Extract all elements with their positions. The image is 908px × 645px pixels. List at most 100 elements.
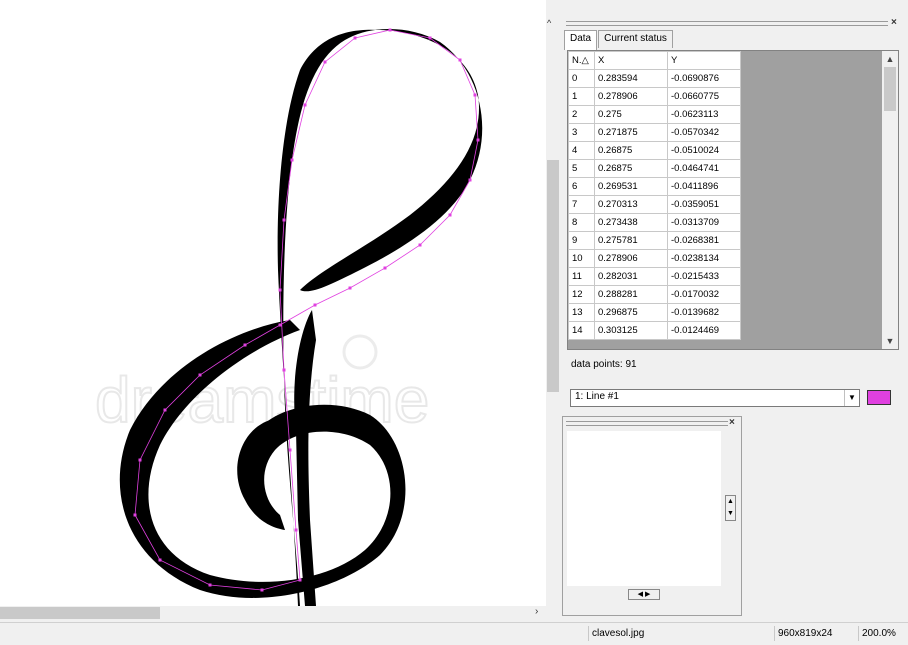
cell-x[interactable]: 0.269531 bbox=[594, 177, 668, 196]
cell-x[interactable]: 0.270313 bbox=[594, 195, 668, 214]
canvas-vertical-scrollbar[interactable] bbox=[546, 0, 560, 606]
cell-x[interactable]: 0.271875 bbox=[594, 123, 668, 142]
table-row[interactable]: 3 0.271875 -0.0570342 bbox=[568, 123, 741, 142]
line-point[interactable] bbox=[468, 178, 472, 182]
cell-n[interactable]: 11 bbox=[568, 267, 595, 286]
tab-current-status[interactable]: Current status bbox=[598, 30, 673, 48]
image-canvas[interactable]: dreamstime bbox=[0, 0, 546, 606]
column-header-x[interactable]: X bbox=[594, 51, 668, 70]
line-point[interactable] bbox=[278, 288, 282, 292]
chevron-down-icon[interactable]: ▼ bbox=[844, 390, 859, 406]
canvas-horizontal-scrollbar[interactable] bbox=[0, 606, 546, 620]
line-point[interactable] bbox=[418, 243, 422, 247]
cell-y[interactable]: -0.0464741 bbox=[667, 159, 741, 178]
line-point[interactable] bbox=[208, 583, 212, 587]
cell-n[interactable]: 12 bbox=[568, 285, 595, 304]
table-row[interactable]: 2 0.275 -0.0623113 bbox=[568, 105, 741, 124]
cell-x[interactable]: 0.278906 bbox=[594, 249, 668, 268]
column-header-y[interactable]: Y bbox=[667, 51, 741, 70]
cell-y[interactable]: -0.0238134 bbox=[667, 249, 741, 268]
table-row[interactable]: 10 0.278906 -0.0238134 bbox=[568, 249, 741, 268]
table-row[interactable]: 12 0.288281 -0.0170032 bbox=[568, 285, 741, 304]
line-point[interactable] bbox=[282, 218, 286, 222]
cell-y[interactable]: -0.0313709 bbox=[667, 213, 741, 232]
close-icon[interactable]: × bbox=[729, 417, 735, 428]
scrollbar-thumb[interactable] bbox=[884, 67, 896, 111]
cell-n[interactable]: 10 bbox=[568, 249, 595, 268]
line-point[interactable] bbox=[313, 303, 317, 307]
cell-n[interactable]: 1 bbox=[568, 87, 595, 106]
cell-n[interactable]: 8 bbox=[568, 213, 595, 232]
line-point[interactable] bbox=[388, 28, 392, 32]
line-point[interactable] bbox=[158, 558, 162, 562]
cell-y[interactable]: -0.0660775 bbox=[667, 87, 741, 106]
table-row[interactable]: 5 0.26875 -0.0464741 bbox=[568, 159, 741, 178]
table-row[interactable]: 9 0.275781 -0.0268381 bbox=[568, 231, 741, 250]
cell-y[interactable]: -0.0139682 bbox=[667, 303, 741, 322]
scrollbar-thumb[interactable] bbox=[0, 607, 160, 619]
cell-n[interactable]: 14 bbox=[568, 321, 595, 340]
cell-y[interactable]: -0.0170032 bbox=[667, 285, 741, 304]
line-point[interactable] bbox=[294, 528, 298, 532]
cell-y[interactable]: -0.0690876 bbox=[667, 69, 741, 88]
line-point[interactable] bbox=[348, 286, 352, 290]
scroll-down-icon[interactable]: ▼ bbox=[882, 333, 898, 349]
line-point[interactable] bbox=[288, 448, 292, 452]
table-row[interactable]: 1 0.278906 -0.0660775 bbox=[568, 87, 741, 106]
line-point[interactable] bbox=[243, 343, 247, 347]
line-point[interactable] bbox=[282, 368, 286, 372]
cell-x[interactable]: 0.275781 bbox=[594, 231, 668, 250]
cell-y[interactable]: -0.0623113 bbox=[667, 105, 741, 124]
cell-x[interactable]: 0.283594 bbox=[594, 69, 668, 88]
scroll-up-icon[interactable]: ▲ bbox=[882, 51, 898, 67]
table-row[interactable]: 0 0.283594 -0.0690876 bbox=[568, 69, 741, 88]
line-point[interactable] bbox=[448, 213, 452, 217]
line-point[interactable] bbox=[163, 408, 167, 412]
line-point[interactable] bbox=[303, 103, 307, 107]
table-row[interactable]: 13 0.296875 -0.0139682 bbox=[568, 303, 741, 322]
close-icon[interactable]: × bbox=[891, 17, 897, 28]
cell-x[interactable]: 0.26875 bbox=[594, 159, 668, 178]
table-row[interactable]: 11 0.282031 -0.0215433 bbox=[568, 267, 741, 286]
table-row[interactable]: 6 0.269531 -0.0411896 bbox=[568, 177, 741, 196]
cell-y[interactable]: -0.0411896 bbox=[667, 177, 741, 196]
cell-x[interactable]: 0.282031 bbox=[594, 267, 668, 286]
cell-y[interactable]: -0.0359051 bbox=[667, 195, 741, 214]
scrollbar-thumb[interactable] bbox=[547, 160, 559, 392]
horizontal-spinner[interactable]: ◀ ▶ bbox=[628, 589, 660, 600]
line-point[interactable] bbox=[138, 458, 142, 462]
cell-x[interactable]: 0.296875 bbox=[594, 303, 668, 322]
line-point[interactable] bbox=[290, 158, 294, 162]
cell-n[interactable]: 13 bbox=[568, 303, 595, 322]
cell-y[interactable]: -0.0510024 bbox=[667, 141, 741, 160]
line-point[interactable] bbox=[323, 60, 327, 64]
table-row[interactable]: 8 0.273438 -0.0313709 bbox=[568, 213, 741, 232]
line-point[interactable] bbox=[428, 36, 432, 40]
panel-grip[interactable] bbox=[566, 21, 888, 26]
cell-y[interactable]: -0.0215433 bbox=[667, 267, 741, 286]
tab-data[interactable]: Data bbox=[564, 30, 598, 50]
cell-x[interactable]: 0.303125 bbox=[594, 321, 668, 340]
table-row[interactable]: 7 0.270313 -0.0359051 bbox=[568, 195, 741, 214]
line-point[interactable] bbox=[353, 36, 357, 40]
column-header-n[interactable]: N.△ bbox=[568, 51, 595, 70]
cell-y[interactable]: -0.0570342 bbox=[667, 123, 741, 142]
cell-n[interactable]: 6 bbox=[568, 177, 595, 196]
line-select[interactable]: 1: Line #1 ▼ bbox=[570, 389, 860, 407]
line-point[interactable] bbox=[383, 266, 387, 270]
expand-panel-icon[interactable]: › bbox=[535, 606, 538, 617]
table-row[interactable]: 14 0.303125 -0.0124469 bbox=[568, 321, 741, 340]
line-point[interactable] bbox=[476, 138, 480, 142]
cell-n[interactable]: 0 bbox=[568, 69, 595, 88]
cell-x[interactable]: 0.273438 bbox=[594, 213, 668, 232]
line-point[interactable] bbox=[133, 513, 137, 517]
cell-n[interactable]: 3 bbox=[568, 123, 595, 142]
line-point[interactable] bbox=[198, 373, 202, 377]
line-point[interactable] bbox=[278, 323, 282, 327]
collapse-up-icon[interactable]: ^ bbox=[547, 18, 551, 28]
line-point[interactable] bbox=[298, 578, 302, 582]
cell-n[interactable]: 2 bbox=[568, 105, 595, 124]
cell-n[interactable]: 9 bbox=[568, 231, 595, 250]
table-vertical-scrollbar[interactable]: ▲ ▼ bbox=[882, 51, 898, 349]
cell-y[interactable]: -0.0268381 bbox=[667, 231, 741, 250]
